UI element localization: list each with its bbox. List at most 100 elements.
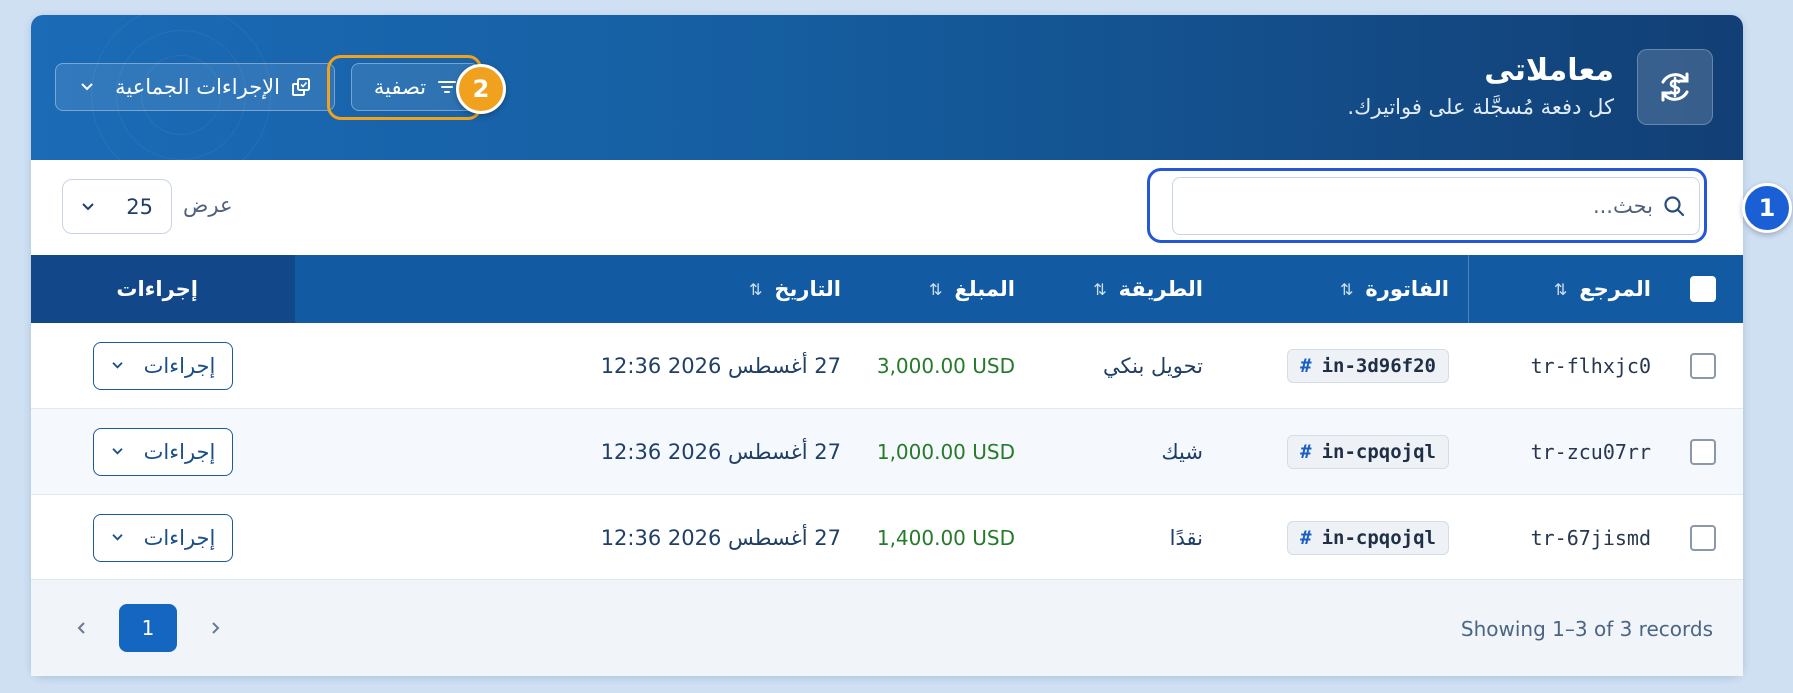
chevron-left-icon <box>77 622 85 634</box>
reference-cell: tr-zcu07rr <box>1468 409 1663 495</box>
reference-value: tr-zcu07rr <box>1530 439 1651 464</box>
row-actions-label: إجراءات <box>143 353 216 378</box>
column-header-method[interactable]: الطريقة ⇅ <box>1083 255 1278 323</box>
row-checkbox[interactable] <box>1690 438 1716 465</box>
row-actions-label: إجراءات <box>143 439 216 464</box>
reference-cell: tr-flhxjc0 <box>1468 323 1663 409</box>
invoice-cell: # in-cpqojql <box>1278 495 1468 581</box>
column-label: التاريخ <box>774 277 841 301</box>
table-row: tr-67jismd # in-cpqojql نقدًا 1,400.00 US… <box>31 495 1743 581</box>
invoice-cell: # in-cpqojql <box>1278 409 1468 495</box>
chevron-right-icon <box>211 622 219 634</box>
row-actions-button[interactable]: إجراءات <box>93 513 233 562</box>
date-cell: 27 أغسطس 2026 12:36 <box>295 409 845 495</box>
search-box <box>1172 177 1700 235</box>
page-size-select[interactable]: 25 <box>62 179 172 234</box>
method-value: نقدًا <box>1169 525 1203 550</box>
column-label: الفاتورة <box>1365 277 1449 301</box>
invoice-link[interactable]: # in-cpqojql <box>1287 520 1449 555</box>
pagination: 1 <box>61 604 235 652</box>
reference-cell: tr-67jismd <box>1468 495 1663 581</box>
page-button-current[interactable]: 1 <box>119 604 177 652</box>
currency-exchange-icon <box>1637 49 1713 125</box>
hash-icon: # <box>1300 354 1312 377</box>
search-input[interactable] <box>1187 194 1653 218</box>
sort-icon: ⇅ <box>1339 279 1354 299</box>
row-select-cell <box>1663 495 1743 581</box>
method-cell: تحويل بنكي <box>1083 323 1278 409</box>
chevron-down-icon <box>112 534 123 541</box>
bulk-actions-button[interactable]: الإجراءات الجماعية <box>55 63 335 111</box>
amount-cell: 1,400.00 USD <box>845 495 1083 581</box>
column-header-invoice[interactable]: الفاتورة ⇅ <box>1278 255 1468 323</box>
column-label: المرجع <box>1579 277 1651 301</box>
date-value: 27 أغسطس 2026 12:36 <box>600 439 841 464</box>
date-cell: 27 أغسطس 2026 12:36 <box>295 323 845 409</box>
page-header: معاملاتى كل دفعة مُسجَّلة على فواتيرك. ا… <box>31 15 1743 160</box>
actions-cell: إجراءات <box>31 495 295 581</box>
chevron-down-icon <box>112 362 123 369</box>
amount-value: 3,000.00 USD <box>876 353 1015 378</box>
step-badge-1: 1 <box>1742 183 1792 233</box>
row-select-cell <box>1663 409 1743 495</box>
amount-cell: 3,000.00 USD <box>845 323 1083 409</box>
column-header-date[interactable]: التاريخ ⇅ <box>295 255 845 323</box>
method-value: شيك <box>1161 439 1203 464</box>
date-value: 27 أغسطس 2026 12:36 <box>600 353 841 378</box>
amount-value: 1,000.00 USD <box>876 439 1015 464</box>
column-label: الطريقة <box>1118 277 1203 301</box>
column-header-amount[interactable]: المبلغ ⇅ <box>845 255 1083 323</box>
amount-value: 1,400.00 USD <box>876 525 1015 550</box>
search-icon <box>1664 196 1685 217</box>
records-count: Showing 1–3 of 3 records <box>1460 617 1713 641</box>
reference-value: tr-67jismd <box>1530 525 1651 550</box>
page-size-label: عرض <box>183 193 233 217</box>
next-page-button[interactable] <box>195 604 235 652</box>
prev-page-button[interactable] <box>61 604 101 652</box>
amount-cell: 1,000.00 USD <box>845 409 1083 495</box>
column-label: إجراءات <box>116 277 198 301</box>
hash-icon: # <box>1300 526 1312 549</box>
chevron-down-icon <box>82 202 94 210</box>
hash-icon: # <box>1300 440 1312 463</box>
sort-icon: ⇅ <box>1553 279 1568 299</box>
row-actions-label: إجراءات <box>143 525 216 550</box>
step-badge-2: 2 <box>456 64 506 114</box>
copy-icon <box>292 78 310 96</box>
chevron-down-icon <box>81 83 93 91</box>
date-cell: 27 أغسطس 2026 12:36 <box>295 495 845 581</box>
invoice-value: in-cpqojql <box>1321 440 1436 463</box>
sort-icon: ⇅ <box>1093 279 1107 299</box>
sort-icon: ⇅ <box>928 279 943 299</box>
invoice-link[interactable]: # in-3d96f20 <box>1287 348 1449 383</box>
table-footer: Showing 1–3 of 3 records 1 <box>31 579 1743 676</box>
invoice-value: in-cpqojql <box>1321 526 1436 549</box>
invoice-link[interactable]: # in-cpqojql <box>1287 434 1449 469</box>
method-cell: شيك <box>1083 409 1278 495</box>
table-row: tr-zcu07rr # in-cpqojql شيك 1,000.00 USD … <box>31 409 1743 495</box>
sort-icon: ⇅ <box>748 279 763 299</box>
page-title: معاملاتى <box>1484 53 1614 88</box>
table-header: المرجع ⇅ الفاتورة ⇅ الطريقة ⇅ المبلغ ⇅ ا… <box>31 255 1743 323</box>
method-value: تحويل بنكي <box>1103 353 1203 378</box>
row-actions-button[interactable]: إجراءات <box>93 427 233 476</box>
column-header-actions: إجراءات <box>31 255 295 323</box>
row-checkbox[interactable] <box>1690 352 1716 379</box>
page-size-value: 25 <box>126 194 153 219</box>
row-checkbox[interactable] <box>1690 524 1716 551</box>
row-select-cell <box>1663 323 1743 409</box>
select-all-checkbox[interactable] <box>1690 276 1716 302</box>
select-all-cell <box>1663 255 1743 323</box>
method-cell: نقدًا <box>1083 495 1278 581</box>
invoice-cell: # in-3d96f20 <box>1278 323 1468 409</box>
actions-cell: إجراءات <box>31 409 295 495</box>
row-actions-button[interactable]: إجراءات <box>93 341 233 390</box>
column-label: المبلغ <box>954 277 1015 301</box>
date-value: 27 أغسطس 2026 12:36 <box>600 525 841 550</box>
chevron-down-icon <box>112 448 123 455</box>
column-header-reference[interactable]: المرجع ⇅ <box>1468 255 1663 323</box>
invoice-value: in-3d96f20 <box>1321 354 1436 377</box>
table-row: tr-flhxjc0 # in-3d96f20 تحويل بنكي 3,000.… <box>31 323 1743 409</box>
bulk-actions-label: الإجراءات الجماعية <box>115 75 280 99</box>
reference-value: tr-flhxjc0 <box>1530 353 1651 378</box>
